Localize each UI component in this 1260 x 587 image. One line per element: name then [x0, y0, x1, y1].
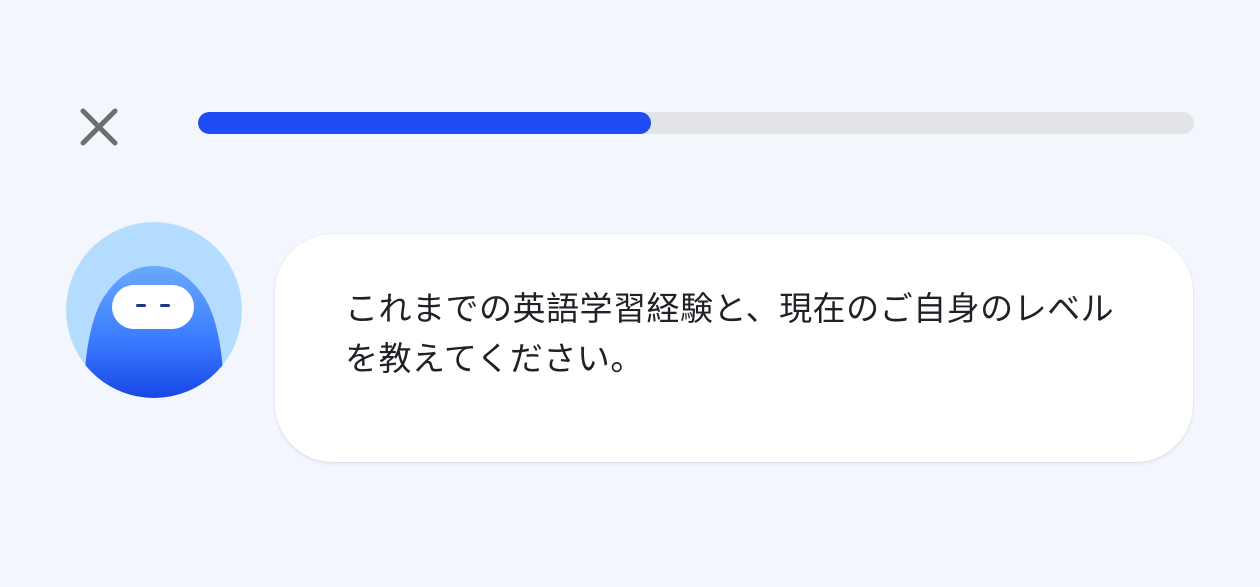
avatar	[66, 222, 242, 398]
robot-avatar-icon	[66, 222, 242, 398]
message-text: これまでの英語学習経験と、現在のご自身のレベルを教えてください。	[345, 289, 1115, 378]
progress-bar	[198, 112, 1194, 134]
top-bar	[0, 0, 1260, 200]
close-button[interactable]	[70, 98, 128, 156]
message-bubble: これまでの英語学習経験と、現在のご自身のレベルを教えてください。	[275, 234, 1193, 462]
progress-bar-fill	[198, 112, 652, 134]
close-icon	[80, 108, 118, 146]
